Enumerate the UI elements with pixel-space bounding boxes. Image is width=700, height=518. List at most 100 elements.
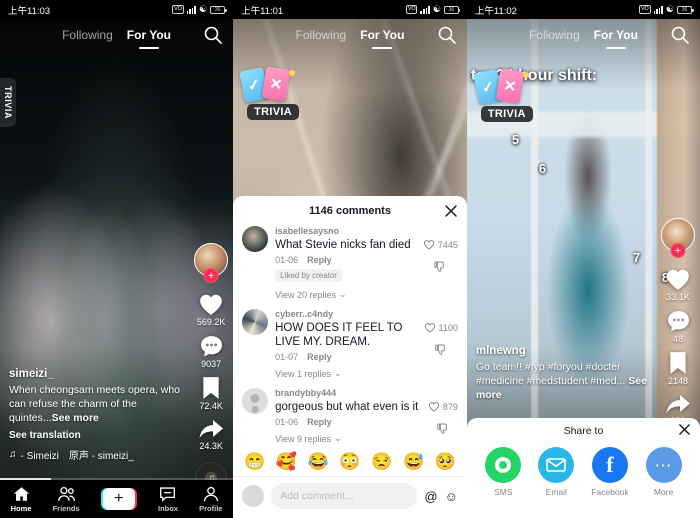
comment-username[interactable]: cyberr..c4ndy [275,309,416,319]
create-plus-icon[interactable]: + [100,488,137,510]
at-icon[interactable]: @ [424,489,437,504]
reply-button[interactable]: Reply [307,352,332,362]
comment-icon [200,336,222,357]
close-icon[interactable] [678,423,691,439]
share-option-more[interactable]: ⋯ More [645,447,682,497]
comment-meta: 01-07 Reply [275,352,416,362]
comment-like-button[interactable]: 1100 [424,322,458,333]
comment-meta: 01-06 Reply [275,255,416,265]
top-navigation: Following For You [0,19,233,51]
comment-button[interactable]: 48 [666,309,691,344]
phone-screen-left: 上午11:03 VO ☯ 36 Following For You TRIVIA… [0,0,234,518]
share-option-email[interactable]: Email [538,447,575,497]
share-count: 24.3K [199,441,223,451]
caption-username[interactable]: simeizi_ [9,368,181,380]
share-option-sms[interactable]: SMS [485,447,522,497]
cross-card-icon: ✕ [261,66,291,102]
emoji-smirk[interactable]: 😒 [371,452,392,472]
share-sheet: Share to SMS Email f Facebook ⋯ More [466,418,700,518]
close-icon[interactable] [444,204,458,218]
tab-profile-label: Profile [199,503,223,513]
share-option-facebook[interactable]: f Facebook [591,447,629,497]
comment-like-button[interactable]: 879 [428,401,458,412]
follow-button[interactable]: + [203,268,219,283]
tab-following[interactable]: Following [62,28,113,42]
share-options: SMS Email f Facebook ⋯ More [467,444,700,497]
emoji-flushed[interactable]: 😳 [339,452,360,472]
comment-username[interactable]: isabellesaysno [275,226,416,236]
my-avatar [242,485,265,507]
caption-username[interactable]: mlnewng [476,345,648,357]
like-button[interactable]: 33.1K [665,267,691,302]
comment-like-button[interactable]: 7445 [423,239,458,250]
comment-text: What Stevie nicks fan died [275,239,411,251]
tab-for-you[interactable]: For You [360,28,404,42]
status-bar: 上午11:02 VO ☯ 36 [466,0,700,19]
avatar[interactable]: + [194,243,229,283]
trivia-badge[interactable]: ✓ ✕ TRIVIA [473,68,533,122]
comment-input[interactable]: Add comment... [271,483,418,509]
comments-sheet: 1146 comments isabellesaysno What Stevie… [233,196,467,518]
reply-button[interactable]: Reply [307,417,332,427]
thumbs-down-icon [435,344,445,355]
tab-inbox[interactable]: Inbox [158,486,178,513]
bookmark-count: 72.4K [199,401,223,411]
emoji-pleading[interactable]: 🥺 [435,452,456,472]
search-icon[interactable] [437,25,457,45]
battery-icon: 36 [677,5,694,14]
email-icon [538,447,575,483]
top-navigation: Following For You [233,19,467,51]
comment-button[interactable]: 9037 [199,334,224,369]
see-more-link[interactable]: See more [52,412,99,424]
trivia-cards-icon: ✓ ✕ [473,68,529,105]
comment-username[interactable]: brandybby444 [275,388,421,398]
reply-button[interactable]: Reply [307,255,332,265]
emoji-joy[interactable]: 😂 [308,452,329,472]
view-replies-button[interactable]: View 9 replies ⌄ [275,433,421,444]
comments-count-label: 1146 comments [309,205,391,217]
battery-icon: 36 [210,5,227,14]
comment-dislike-button[interactable] [435,343,447,361]
comment-dislike-button[interactable] [434,260,446,278]
see-translation-link[interactable]: See translation [9,430,181,441]
emoji-hearts[interactable]: 🥰 [276,452,297,472]
music-info[interactable]: ♫ - Simeizi 原声 - simeizi_ [9,447,181,462]
avatar[interactable] [242,226,269,252]
like-button[interactable]: 569.2K [197,292,225,327]
follow-button[interactable]: + [670,243,686,258]
signal-icon [186,5,197,14]
comment-list[interactable]: isabellesaysno What Stevie nicks fan die… [233,226,467,447]
view-replies-label: View 20 replies [275,289,336,300]
comment-body: isabellesaysno What Stevie nicks fan die… [275,226,416,300]
comment-input-bar: Add comment... @ ☺ [233,476,467,518]
tab-following[interactable]: Following [529,28,580,42]
tab-create[interactable]: + [100,488,137,510]
search-icon[interactable] [203,25,223,45]
tab-for-you[interactable]: For You [594,28,638,42]
emoji-sweat-smile[interactable]: 😅 [403,452,424,472]
vo-icon: VO [172,5,184,14]
comment-dislike-button[interactable] [437,422,449,440]
view-replies-button[interactable]: View 20 replies ⌄ [275,289,416,300]
tab-home[interactable]: Home [11,486,31,513]
trivia-side-tab[interactable]: TRIVIA [0,78,16,128]
avatar[interactable] [242,309,269,335]
view-replies-button[interactable]: View 1 replies ⌄ [275,368,416,379]
avatar[interactable]: + [661,218,695,258]
trivia-badge[interactable]: ✓ ✕ TRIVIA [239,66,299,120]
liked-by-creator-badge: Liked by creator [275,269,343,282]
avatar[interactable] [242,388,269,414]
tab-friends[interactable]: Friends [53,486,80,513]
tab-for-you[interactable]: For You [127,28,171,42]
emoji-grin[interactable]: 😁 [244,452,265,472]
bookmark-button[interactable]: 2148 [667,351,689,386]
cross-card-icon: ✕ [495,68,525,104]
top-navigation: Following For You [467,19,700,51]
emoji-icon[interactable]: ☺ [445,489,458,504]
share-button[interactable]: 24.3K [198,418,224,451]
tab-profile[interactable]: Profile [199,486,222,513]
search-icon[interactable] [670,25,690,45]
tab-following[interactable]: Following [296,28,347,42]
bookmark-button[interactable]: 72.4K [199,376,223,411]
caption-body: Go team!! #fyp #foryou #docter #medicine… [475,361,626,387]
